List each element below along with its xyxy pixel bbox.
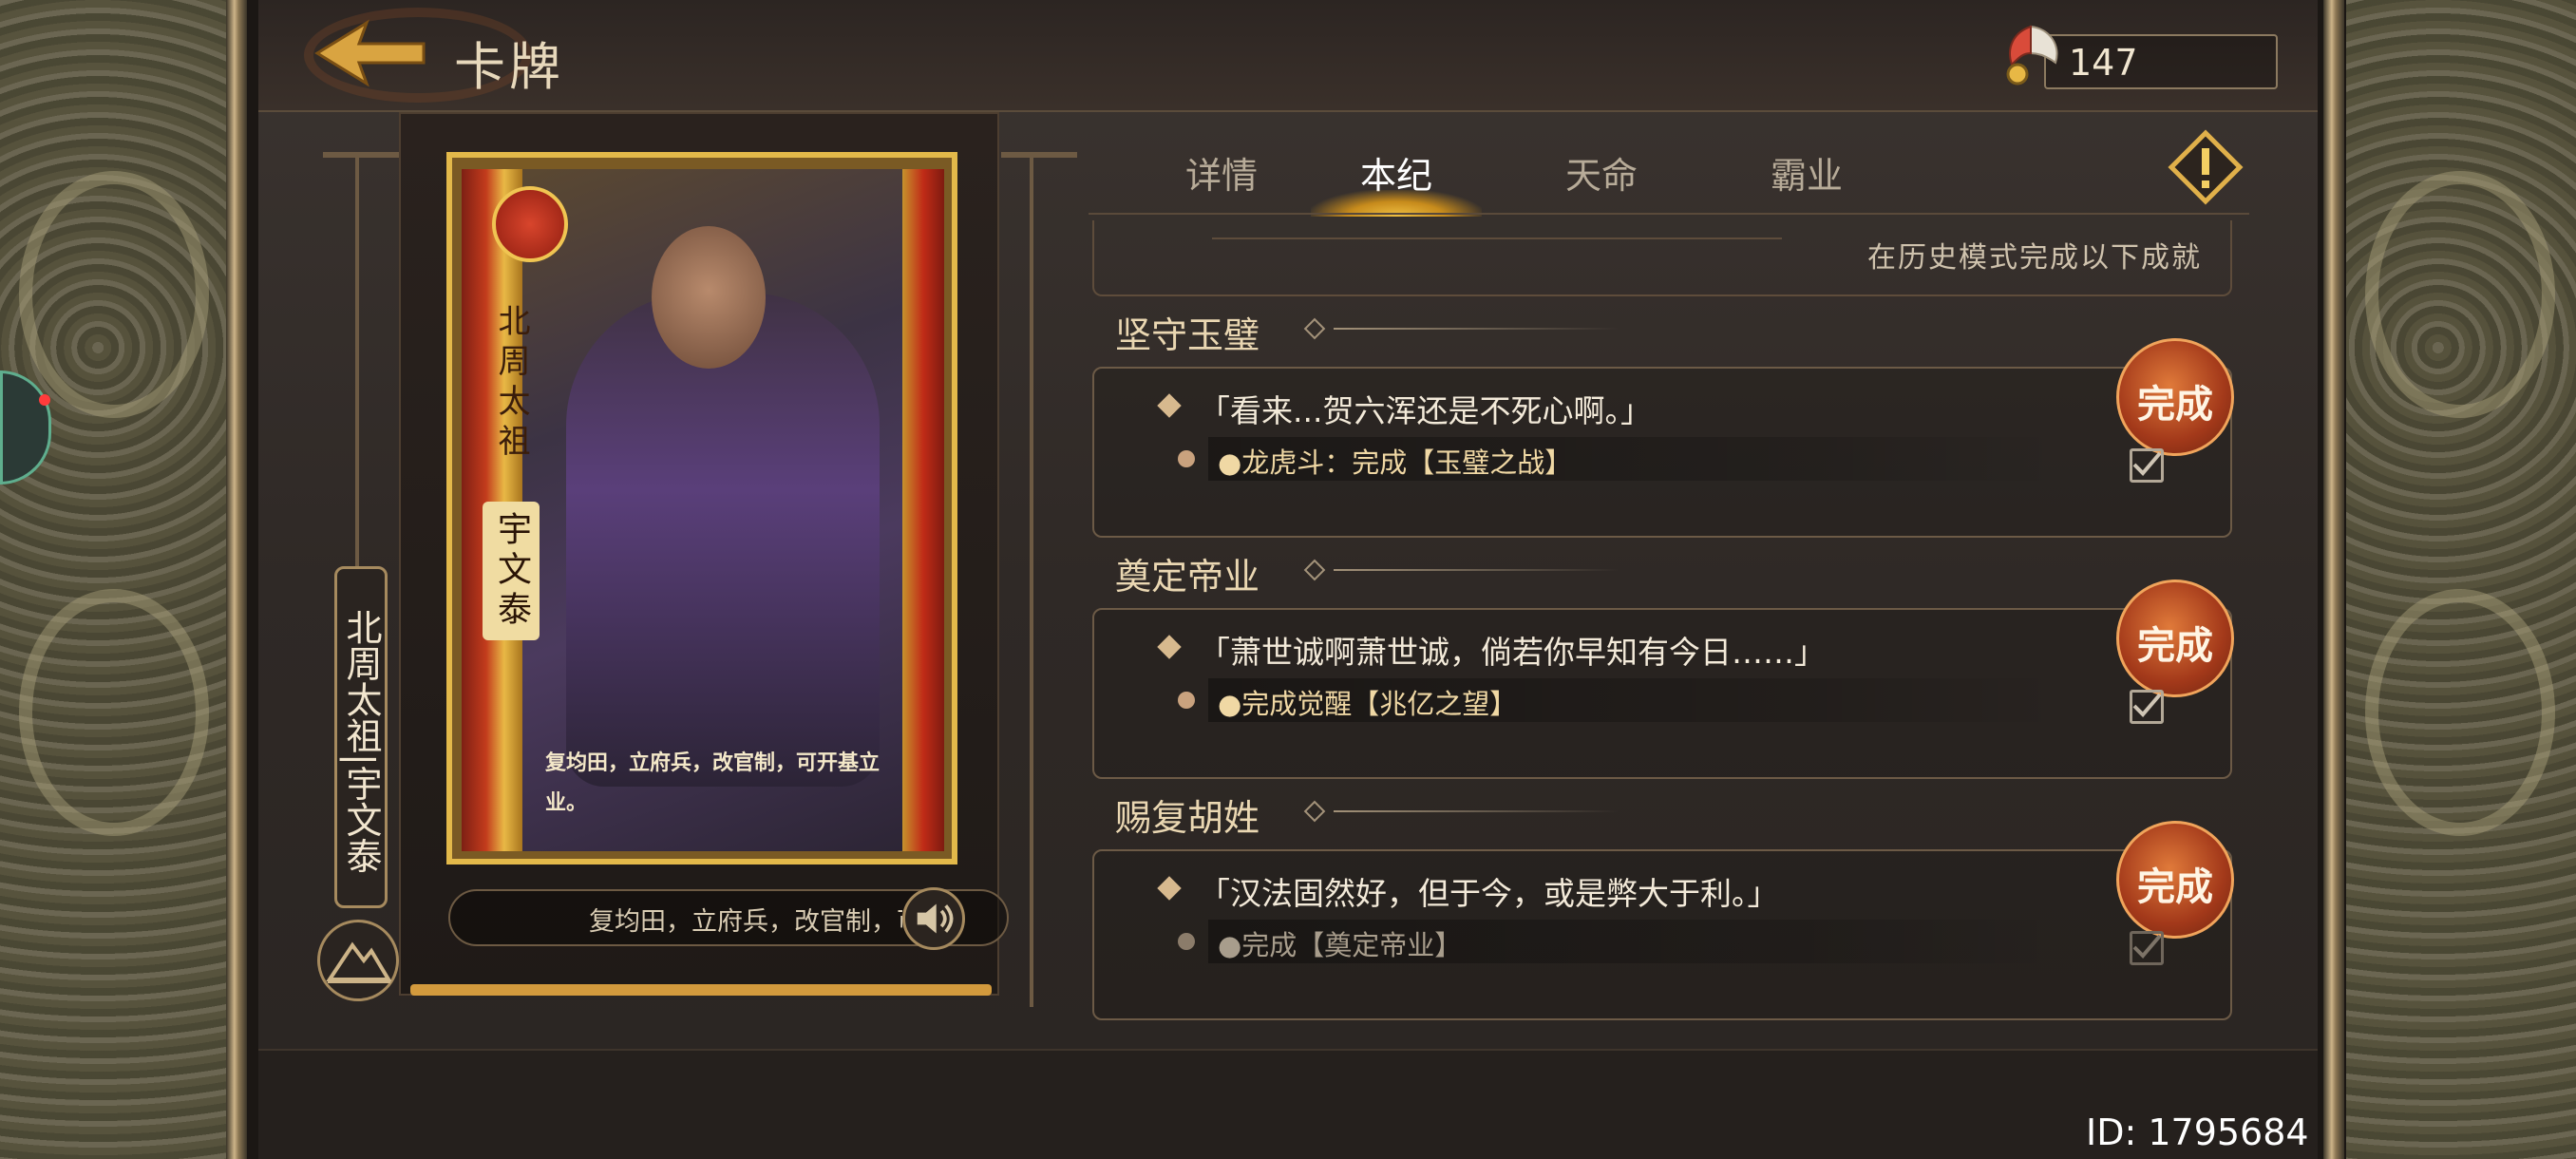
frame-rail-left <box>355 152 359 570</box>
achievement-title: 坚守玉璧 <box>1115 314 1260 356</box>
character-head <box>652 226 766 369</box>
mountain-button[interactable] <box>317 920 399 1001</box>
hint-box: 在历史模式完成以下成就 <box>1092 220 2232 296</box>
exclamation-diamond-icon <box>2168 129 2244 205</box>
page-title: 卡牌 <box>454 37 564 97</box>
arrow-left-icon <box>314 19 426 87</box>
tab-bar: 详情 本纪 天命 霸业 <box>1089 137 2247 213</box>
tab-details[interactable]: 详情 <box>1136 146 1307 203</box>
stamp-label: 完成 <box>2137 623 2213 668</box>
achievement-requirement: ●完成【奠定帝业】 <box>1208 920 2063 963</box>
achievement-quote: 「萧世诚啊萧世诚，倘若你早知有今日……」 <box>1199 634 1826 671</box>
character-portrait <box>566 293 880 787</box>
dragon-ornament <box>19 171 209 418</box>
user-id-label: ID: 1795684 <box>2086 1112 2309 1153</box>
title-ornament <box>1303 800 1620 823</box>
requirement-bullet-icon <box>1178 450 1195 467</box>
stamp-label: 完成 <box>2137 864 2213 909</box>
completed-stamp: 完成 <box>2116 338 2234 456</box>
voice-subtitle-text: 复均田，立府兵，改官制，可开基立业。 <box>589 907 902 937</box>
requirement-text: ●完成【奠定帝业】 <box>1218 929 1463 961</box>
frame-post-right <box>1030 152 1033 1007</box>
achievement-title: 奠定帝业 <box>1115 556 1260 598</box>
title-ornament <box>1303 317 1620 340</box>
title-ornament <box>1303 559 1620 581</box>
back-button[interactable] <box>313 19 427 87</box>
play-voice-button[interactable] <box>902 887 965 950</box>
achievement-requirement: ●完成觉醒【兆亿之望】 <box>1208 678 2063 722</box>
notification-dot <box>39 394 50 406</box>
hint-text: 在历史模式完成以下成就 <box>1867 241 2202 275</box>
achievement-checkbox[interactable] <box>2130 931 2164 965</box>
achievement-requirement: ●龙虎斗：完成【玉璧之战】 <box>1208 437 2063 481</box>
right-decor-panel <box>2346 0 2576 1159</box>
character-name-label: 北周太祖|宇文泰 <box>334 566 388 908</box>
completed-stamp: 完成 <box>2116 580 2234 697</box>
left-decor-panel <box>0 0 245 1159</box>
speaker-icon <box>917 903 954 934</box>
check-icon <box>2132 693 2162 717</box>
requirement-text: ●完成觉醒【兆亿之望】 <box>1218 688 1518 720</box>
tab-hegemony[interactable]: 霸业 <box>1721 146 1892 203</box>
tab-divider <box>1089 213 2249 215</box>
mountain-icon <box>326 941 392 983</box>
bottom-bar <box>258 1049 2318 1159</box>
card-faction-seal <box>492 186 568 262</box>
achievement-quote: 「汉法固然好，但于今，或是弊大于利。」 <box>1199 875 1779 912</box>
info-button[interactable] <box>2168 129 2244 205</box>
feather-token-icon <box>2006 25 2058 86</box>
completed-stamp: 完成 <box>2116 821 2234 939</box>
check-icon <box>2132 451 2162 476</box>
tab-destiny[interactable]: 天命 <box>1516 146 1687 203</box>
requirement-bullet-icon <box>1178 933 1195 950</box>
card-vertical-name: 宇文泰 <box>483 502 540 640</box>
requirement-bullet-icon <box>1178 692 1195 709</box>
hint-divider <box>1212 238 1782 239</box>
dragon-ornament <box>2365 589 2555 836</box>
left-border <box>226 0 247 1159</box>
dragon-ornament <box>2365 171 2555 418</box>
achievement-checkbox[interactable] <box>2130 690 2164 724</box>
card-quote: 复均田，立府兵，改官制，可开基立业。 <box>545 750 881 815</box>
check-icon <box>2132 934 2162 959</box>
right-border <box>2323 0 2344 1159</box>
voice-progress-bar <box>410 984 992 996</box>
frame-beam-right <box>1001 152 1077 158</box>
currency-display: 147 <box>1993 25 2278 89</box>
card-vertical-title: 北周太祖 <box>492 304 530 464</box>
card-side-ornament <box>902 169 944 851</box>
achievement-title: 赐复胡姓 <box>1115 797 1260 839</box>
stamp-label: 完成 <box>2137 382 2213 427</box>
requirement-text: ●龙虎斗：完成【玉璧之战】 <box>1218 446 1573 479</box>
dragon-ornament <box>19 589 209 836</box>
currency-value: 147 <box>2069 42 2138 84</box>
achievement-checkbox[interactable] <box>2130 448 2164 483</box>
achievement-quote: 「看来...贺六浑还是不死心啊。」 <box>1199 392 1652 429</box>
